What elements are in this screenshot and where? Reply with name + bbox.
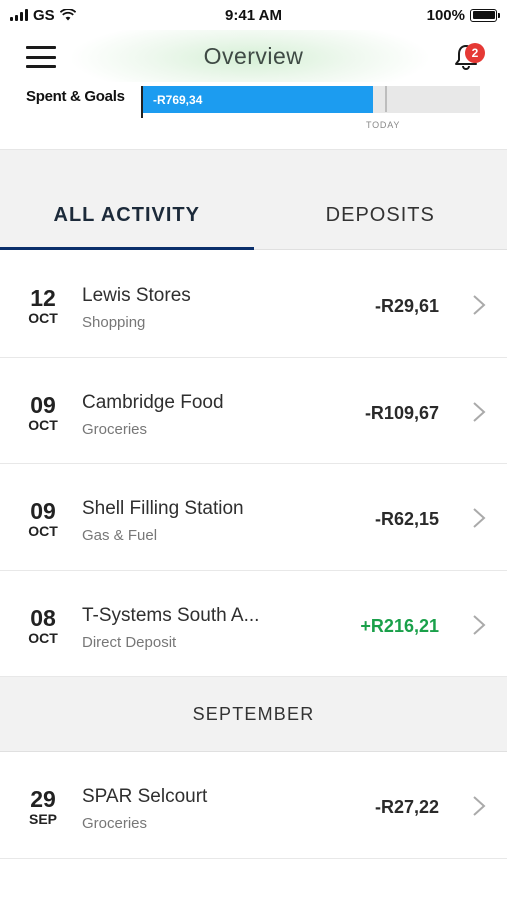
transaction-day: 12 — [30, 285, 56, 311]
spent-bar-fill: -R769,34 — [143, 86, 373, 113]
tab-deposits[interactable]: DEPOSITS — [254, 182, 507, 249]
transaction-category: Shopping — [82, 314, 146, 331]
chevron-right-icon — [473, 614, 486, 635]
transaction-amount: -R109,67 — [364, 402, 439, 423]
transaction-category: Direct Deposit — [82, 633, 177, 651]
status-right: 100% — [426, 6, 500, 24]
transaction-date: 29 SEP — [18, 787, 68, 827]
activity-tabs: ALL ACTIVITY DEPOSITS — [0, 182, 507, 250]
transaction-amount: -R62,15 — [374, 509, 439, 529]
transaction-date: 09 OCT — [18, 499, 68, 539]
chevron-right-icon — [473, 508, 486, 528]
status-bar: GS 9:41 AM 100% — [0, 0, 507, 30]
transaction-merchant: SPAR Selcourt — [82, 786, 208, 807]
transaction-amount: +R216,21 — [360, 615, 439, 636]
month-section-header: SEPTEMBER — [0, 677, 507, 752]
today-label: TODAY — [366, 120, 401, 130]
transaction-month: OCT — [28, 416, 58, 433]
app-header: Overview 2 — [0, 30, 507, 82]
notification-badge: 2 — [465, 43, 485, 63]
transaction-row[interactable]: 29 SEP SPAR Selcourt Groceries -R27,22 — [0, 752, 507, 859]
transaction-amount: -R27,22 — [374, 797, 439, 817]
spent-goals-label: Spent & Goals — [26, 88, 125, 105]
spent-goals-section: Spent & Goals -R769,34 TODAY — [0, 82, 507, 150]
transaction-category: Groceries — [82, 815, 148, 832]
transaction-day: 09 — [30, 391, 56, 418]
battery-icon — [470, 8, 500, 22]
chevron-right-icon — [473, 295, 486, 315]
transaction-row[interactable]: 09 OCT Cambridge Food Groceries -R109,67 — [0, 357, 507, 464]
transaction-merchant: Cambridge Food — [82, 391, 224, 413]
transaction-list: 12 OCT Lewis Stores Shopping -R29,61 09 … — [0, 251, 507, 859]
transaction-day: 09 — [30, 498, 56, 524]
transaction-month: OCT — [28, 523, 58, 539]
wifi-icon — [59, 9, 76, 21]
notifications-button[interactable]: 2 — [451, 42, 485, 72]
transaction-month: OCT — [28, 629, 58, 646]
transaction-row[interactable]: 08 OCT T-Systems South A... Direct Depos… — [0, 570, 507, 677]
tab-all-activity[interactable]: ALL ACTIVITY — [0, 182, 254, 250]
hamburger-icon[interactable] — [26, 46, 56, 68]
transaction-day: 29 — [30, 786, 56, 812]
transaction-date: 12 OCT — [18, 286, 68, 326]
chevron-right-icon — [473, 401, 486, 422]
signal-icon — [10, 9, 28, 21]
page-title: Overview — [203, 42, 304, 69]
carrier-label: GS — [33, 6, 55, 24]
section-gap — [0, 150, 507, 182]
transaction-month: SEP — [28, 811, 57, 827]
transaction-date: 08 OCT — [18, 606, 68, 646]
transaction-category: Groceries — [82, 420, 148, 438]
spent-bar-axis — [141, 86, 143, 118]
transaction-amount: -R29,61 — [374, 296, 439, 316]
battery-percent: 100% — [426, 6, 465, 24]
transaction-merchant: Lewis Stores — [82, 285, 191, 306]
status-left: GS — [10, 7, 76, 24]
transaction-category: Gas & Fuel — [82, 527, 158, 544]
transaction-day: 08 — [30, 604, 56, 631]
transaction-month: OCT — [28, 310, 58, 326]
transaction-merchant: T-Systems South A... — [82, 604, 260, 626]
transaction-merchant: Shell Filling Station — [82, 498, 244, 519]
transaction-date: 09 OCT — [18, 393, 68, 433]
transaction-row[interactable]: 12 OCT Lewis Stores Shopping -R29,61 — [0, 251, 507, 358]
transaction-row[interactable]: 09 OCT Shell Filling Station Gas & Fuel … — [0, 464, 507, 571]
today-marker — [385, 86, 387, 112]
chevron-right-icon — [473, 796, 486, 816]
